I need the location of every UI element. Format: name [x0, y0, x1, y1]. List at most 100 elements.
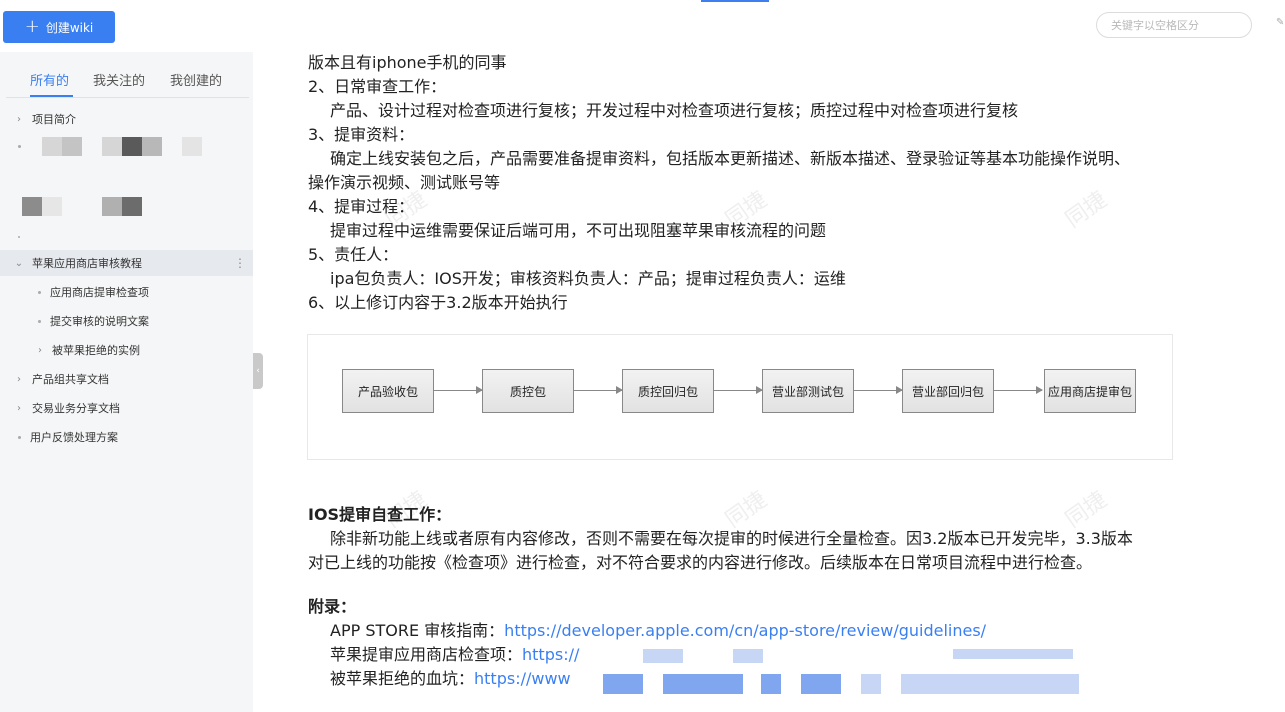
- appendix-item: APP STORE 审核指南：https://developer.apple.c…: [330, 620, 986, 642]
- chevron-right-icon: ›: [17, 402, 21, 414]
- redacted-block: [801, 674, 841, 694]
- sidebar-item-label: 交易业务分享文档: [32, 402, 120, 415]
- redacted-block: [663, 674, 743, 694]
- redacted-block: [643, 649, 683, 663]
- sidebar-item-project-intro[interactable]: › 项目简介: [0, 106, 253, 132]
- tab-following[interactable]: 我关注的: [93, 70, 145, 89]
- sidebar-item-review-checklist[interactable]: 应用商店提审检查项: [0, 279, 253, 305]
- flow-node: 质控回归包: [622, 369, 714, 413]
- sidebar-item-product-docs[interactable]: › 产品组共享文档: [0, 366, 253, 392]
- appendix-item: 被苹果拒绝的血坑：https://www: [330, 668, 571, 690]
- redacted-block: [953, 649, 1073, 659]
- tabs-divider: [6, 97, 249, 98]
- appendix-item: 苹果提审应用商店检查项：https://: [330, 644, 579, 666]
- bullet-icon: [38, 291, 41, 294]
- sidebar-item-trading-docs[interactable]: › 交易业务分享文档: [0, 395, 253, 421]
- tab-created[interactable]: 我创建的: [170, 70, 222, 89]
- redacted-block: [42, 197, 62, 216]
- redacted-block: [102, 197, 122, 216]
- doc-line: 版本且有iphone手机的同事: [308, 53, 507, 72]
- redacted-block: [42, 137, 62, 156]
- flow-arrow: [434, 386, 483, 394]
- sidebar-item-label: 项目简介: [32, 113, 76, 126]
- redacted-block: [122, 197, 142, 216]
- chevron-right-icon: ›: [38, 344, 42, 356]
- flow-arrow: [714, 386, 763, 394]
- redacted-block: [761, 674, 781, 694]
- chevron-down-icon: ⌄: [14, 257, 24, 269]
- redacted-block: [102, 137, 122, 156]
- doc-line: 提审过程中运维需要保证后端可用，不可出现阻塞苹果审核流程的问题: [330, 221, 827, 240]
- appendix-link[interactable]: https://www: [474, 669, 571, 688]
- sidebar: 所有的 我关注的 我创建的 › 项目简介 ⌄ 苹果应用商店审核教程 ⋮ 应用商店…: [0, 52, 253, 712]
- bullet-icon: [38, 320, 41, 323]
- sidebar-item-review-description[interactable]: 提交审核的说明文案: [0, 308, 253, 334]
- redacted-block: [901, 674, 941, 694]
- flow-node: 产品验收包: [342, 369, 434, 413]
- sidebar-collapse-button[interactable]: ‹: [253, 353, 263, 389]
- redacted-block: [733, 649, 763, 663]
- bullet-icon: [18, 436, 21, 439]
- redacted-block: [122, 137, 142, 156]
- redacted-block: [142, 137, 162, 156]
- watermark: 同捷: [1061, 487, 1112, 533]
- doc-line: 操作演示视频、测试账号等: [308, 173, 501, 192]
- sidebar-item-label: 苹果应用商店审核教程: [32, 257, 142, 270]
- flow-diagram: 产品验收包 质控包 质控回归包 营业部测试包 营业部回归包 应用商店提审包: [307, 334, 1173, 460]
- watermark: 同捷: [1061, 187, 1112, 233]
- redacted-block: [62, 137, 82, 156]
- document-content: 同捷 同捷 同捷 同捷 同捷 同捷 版本且有iphone手机的同事 2、日常审查…: [263, 52, 1285, 712]
- doc-line: 6、以上修订内容于3.2版本开始执行: [308, 293, 568, 312]
- bullet-icon: [18, 145, 21, 148]
- sidebar-item-label: 被苹果拒绝的实例: [52, 344, 140, 357]
- active-nav-indicator: [701, 0, 769, 2]
- doc-heading: 3、提审资料：: [308, 125, 415, 144]
- ios-section-title: IOS提审自查工作：: [308, 505, 452, 524]
- sidebar-item-label: 用户反馈处理方案: [30, 431, 118, 444]
- plus-icon: +: [24, 16, 40, 37]
- flow-node: 质控包: [482, 369, 574, 413]
- watermark: 同捷: [721, 487, 772, 533]
- redacted-block: [603, 674, 643, 694]
- doc-line: 除非新功能上线或者原有内容修改，否则不需要在每次提审的时候进行全量检查。因3.2…: [330, 529, 1133, 548]
- appendix-label: APP STORE 审核指南：: [330, 621, 505, 640]
- flow-arrow: [574, 386, 623, 394]
- chevron-right-icon: ›: [17, 373, 21, 385]
- sidebar-item-label: 提交审核的说明文案: [50, 315, 149, 328]
- tab-all[interactable]: 所有的: [30, 70, 69, 89]
- sidebar-tabs: 所有的 我关注的 我创建的: [0, 70, 253, 96]
- redacted-block: [22, 197, 42, 216]
- chevron-right-icon: ›: [17, 113, 21, 125]
- flow-node: 应用商店提审包: [1044, 369, 1136, 413]
- sidebar-item-feedback-plan[interactable]: 用户反馈处理方案: [0, 424, 253, 450]
- doc-line: 确定上线安装包之后，产品需要准备提审资料，包括版本更新描述、新版本描述、登录验证…: [330, 149, 1131, 168]
- flow-arrow: [994, 386, 1043, 394]
- edit-icon[interactable]: ✎: [1276, 17, 1285, 28]
- create-wiki-button[interactable]: + 创建wiki: [3, 11, 115, 43]
- search-input[interactable]: [1096, 12, 1252, 38]
- sidebar-item-apple-review-tutorial[interactable]: ⌄ 苹果应用商店审核教程 ⋮: [0, 250, 253, 276]
- chevron-left-icon: ‹: [256, 366, 260, 376]
- flow-node: 营业部回归包: [902, 369, 994, 413]
- appendix-link[interactable]: https://developer.apple.com/cn/app-store…: [504, 621, 986, 640]
- flow-node: 营业部测试包: [762, 369, 854, 413]
- more-options-icon[interactable]: ⋮: [234, 256, 246, 270]
- sidebar-item-label: 产品组共享文档: [32, 373, 109, 386]
- redacted-block: [861, 674, 881, 694]
- doc-line: 对已上线的功能按《检查项》进行检查，对不符合要求的内容进行修改。后续版本在日常项…: [308, 553, 1093, 572]
- flow-arrow: [854, 386, 903, 394]
- bullet-icon: [18, 236, 20, 238]
- doc-heading: 2、日常审查工作：: [308, 77, 447, 96]
- doc-heading: 5、责任人：: [308, 245, 399, 264]
- top-bar: + 创建wiki ✎: [0, 0, 1285, 52]
- redacted-block: [182, 137, 202, 156]
- doc-heading: 4、提审过程：: [308, 197, 415, 216]
- appendix-title: 附录：: [308, 597, 357, 616]
- doc-line: 产品、设计过程对检查项进行复核；开发过程中对检查项进行复核；质控过程中对检查项进…: [330, 101, 1019, 120]
- appendix-link[interactable]: https://: [522, 645, 579, 664]
- sidebar-item-label: 应用商店提审检查项: [50, 286, 149, 299]
- sidebar-item-rejection-cases[interactable]: › 被苹果拒绝的实例: [0, 337, 253, 363]
- appendix-label: 被苹果拒绝的血坑：: [330, 669, 475, 688]
- create-wiki-label: 创建wiki: [45, 20, 94, 35]
- doc-line: ipa包负责人：IOS开发；审核资料负责人：产品；提审过程负责人：运维: [330, 269, 846, 288]
